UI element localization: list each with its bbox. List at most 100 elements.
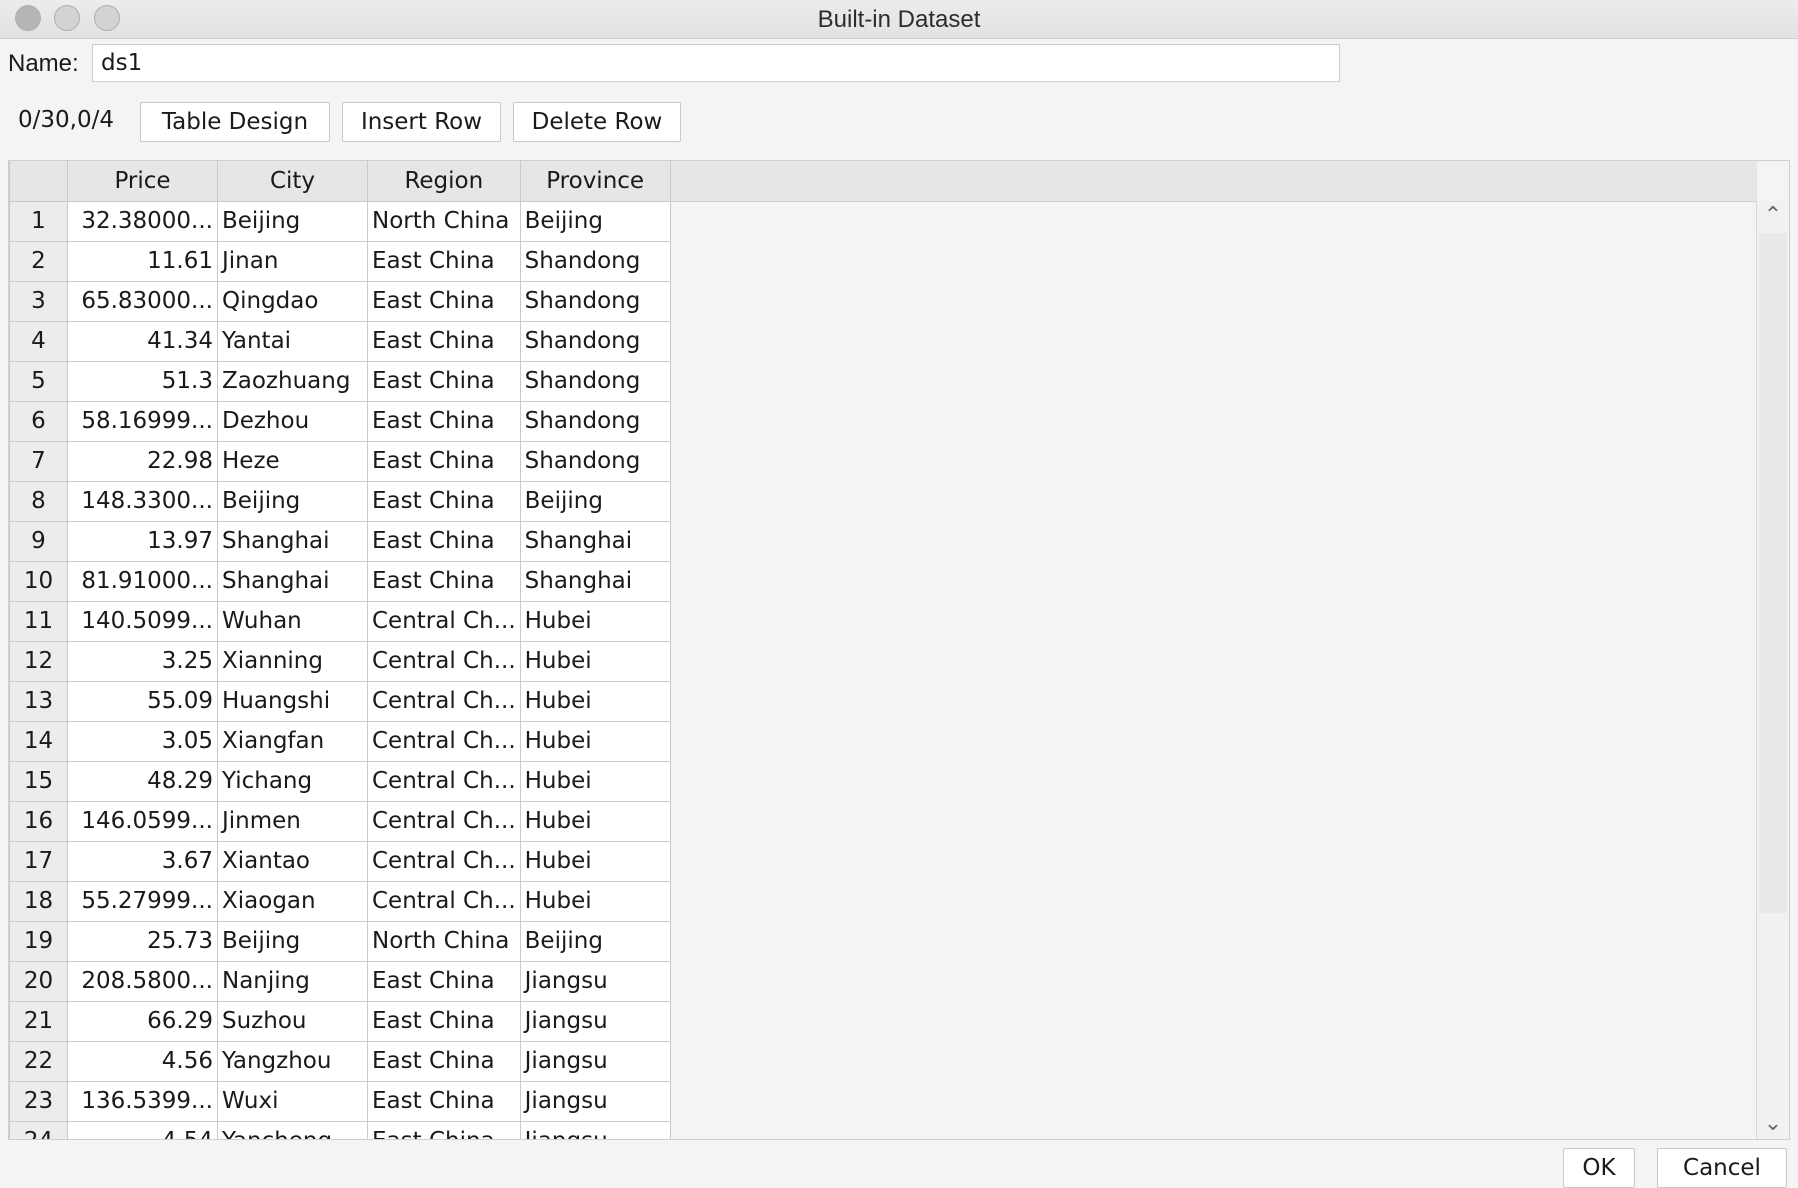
- city-cell[interactable]: Heze: [217, 440, 368, 482]
- province-cell[interactable]: Beijing: [519, 480, 671, 522]
- province-cell[interactable]: Shanghai: [519, 520, 671, 562]
- table-row[interactable]: 12 3.25 Xianning Central Ch... Hubei: [9, 640, 671, 682]
- price-cell[interactable]: 3.25: [67, 640, 218, 682]
- table-row[interactable]: 13 55.09 Huangshi Central Ch... Hubei: [9, 680, 671, 722]
- table-row[interactable]: 2 11.61 Jinan East China Shandong: [9, 240, 671, 282]
- city-cell[interactable]: Jinmen: [217, 800, 368, 842]
- price-cell[interactable]: 66.29: [67, 1000, 218, 1042]
- delete-row-button[interactable]: Delete Row: [513, 102, 681, 142]
- corner-cell[interactable]: [9, 161, 68, 202]
- province-cell[interactable]: Hubei: [519, 600, 671, 642]
- table-row[interactable]: 3 65.83000... Qingdao East China Shandong: [9, 280, 671, 322]
- city-cell[interactable]: Huangshi: [217, 680, 368, 722]
- province-cell[interactable]: Hubei: [519, 840, 671, 882]
- vertical-scrollbar[interactable]: ⌃ ⌄: [1756, 201, 1789, 1139]
- region-cell[interactable]: East China: [367, 960, 521, 1002]
- price-cell[interactable]: 81.91000...: [67, 560, 218, 602]
- price-cell[interactable]: 41.34: [67, 320, 218, 362]
- city-cell[interactable]: Beijing: [217, 200, 368, 242]
- price-cell[interactable]: 13.97: [67, 520, 218, 562]
- province-cell[interactable]: Hubei: [519, 800, 671, 842]
- price-cell[interactable]: 55.09: [67, 680, 218, 722]
- city-cell[interactable]: Yangzhou: [217, 1040, 368, 1082]
- city-cell[interactable]: Xiaogan: [217, 880, 368, 922]
- province-cell[interactable]: Shandong: [519, 440, 671, 482]
- province-cell[interactable]: Beijing: [519, 920, 671, 962]
- name-input[interactable]: ds1: [92, 44, 1340, 82]
- province-cell[interactable]: Jiangsu: [519, 1080, 671, 1122]
- price-cell[interactable]: 22.98: [67, 440, 218, 482]
- region-cell[interactable]: East China: [367, 440, 521, 482]
- table-row[interactable]: 10 81.91000... Shanghai East China Shanghai: [9, 560, 671, 602]
- province-cell[interactable]: Jiangsu: [519, 960, 671, 1002]
- province-cell[interactable]: Shandong: [519, 360, 671, 402]
- region-cell[interactable]: Central Ch...: [367, 800, 521, 842]
- price-cell[interactable]: 146.0599...: [67, 800, 218, 842]
- price-cell[interactable]: 32.38000...: [67, 200, 218, 242]
- table-row[interactable]: 6 58.16999... Dezhou East China Shandong: [9, 400, 671, 442]
- province-cell[interactable]: Jiangsu: [519, 1040, 671, 1082]
- region-cell[interactable]: East China: [367, 1000, 521, 1042]
- region-cell[interactable]: Central Ch...: [367, 600, 521, 642]
- city-cell[interactable]: Beijing: [217, 920, 368, 962]
- province-cell[interactable]: Hubei: [519, 880, 671, 922]
- column-header-city[interactable]: City: [217, 161, 368, 202]
- table-row[interactable]: 244.54YanchengEast ChinaJiangsu: [9, 1120, 671, 1139]
- region-cell[interactable]: East China: [367, 1080, 521, 1122]
- region-cell[interactable]: East China: [367, 360, 521, 402]
- city-cell[interactable]: Shanghai: [217, 520, 368, 562]
- city-cell[interactable]: Suzhou: [217, 1000, 368, 1042]
- price-cell[interactable]: 136.5399...: [67, 1080, 218, 1122]
- table-design-button[interactable]: Table Design: [140, 102, 330, 142]
- province-cell[interactable]: Shandong: [519, 240, 671, 282]
- province-cell[interactable]: Shanghai: [519, 560, 671, 602]
- price-cell[interactable]: 58.16999...: [67, 400, 218, 442]
- table-row[interactable]: 11 140.5099... Wuhan Central Ch... Hubei: [9, 600, 671, 642]
- table-row[interactable]: 16 146.0599... Jinmen Central Ch... Hubei: [9, 800, 671, 842]
- price-cell[interactable]: 3.05: [67, 720, 218, 762]
- table-row[interactable]: 14 3.05 Xiangfan Central Ch... Hubei: [9, 720, 671, 762]
- region-cell[interactable]: East China: [367, 320, 521, 362]
- city-cell[interactable]: Nanjing: [217, 960, 368, 1002]
- region-cell[interactable]: Central Ch...: [367, 760, 521, 802]
- region-cell[interactable]: Central Ch...: [367, 880, 521, 922]
- column-header-region[interactable]: Region: [367, 161, 521, 202]
- data-grid[interactable]: Price City Region Province 1 32.38000... B…: [8, 160, 1790, 1140]
- city-cell[interactable]: Beijing: [217, 480, 368, 522]
- region-cell[interactable]: East China: [367, 1040, 521, 1082]
- price-cell[interactable]: 55.27999...: [67, 880, 218, 922]
- region-cell[interactable]: North China: [367, 920, 521, 962]
- table-row[interactable]: 19 25.73 Beijing North China Beijing: [9, 920, 671, 962]
- table-row[interactable]: 22 4.56 Yangzhou East China Jiangsu: [9, 1040, 671, 1082]
- table-row[interactable]: 4 41.34 Yantai East China Shandong: [9, 320, 671, 362]
- price-cell[interactable]: 3.67: [67, 840, 218, 882]
- city-cell[interactable]: Yancheng: [217, 1120, 368, 1139]
- table-row[interactable]: 17 3.67 Xiantao Central Ch... Hubei: [9, 840, 671, 882]
- price-cell[interactable]: 65.83000...: [67, 280, 218, 322]
- region-cell[interactable]: East China: [367, 1120, 521, 1139]
- price-cell[interactable]: 48.29: [67, 760, 218, 802]
- cancel-button[interactable]: Cancel: [1657, 1148, 1787, 1188]
- city-cell[interactable]: Shanghai: [217, 560, 368, 602]
- province-cell[interactable]: Hubei: [519, 720, 671, 762]
- region-cell[interactable]: North China: [367, 200, 521, 242]
- city-cell[interactable]: Yantai: [217, 320, 368, 362]
- table-row[interactable]: 23 136.5399... Wuxi East China Jiangsu: [9, 1080, 671, 1122]
- price-cell[interactable]: 25.73: [67, 920, 218, 962]
- city-cell[interactable]: Zaozhuang: [217, 360, 368, 402]
- region-cell[interactable]: East China: [367, 480, 521, 522]
- region-cell[interactable]: Central Ch...: [367, 840, 521, 882]
- city-cell[interactable]: Xianning: [217, 640, 368, 682]
- region-cell[interactable]: Central Ch...: [367, 720, 521, 762]
- region-cell[interactable]: East China: [367, 400, 521, 442]
- price-cell[interactable]: 208.5800...: [67, 960, 218, 1002]
- table-row[interactable]: 15 48.29 Yichang Central Ch... Hubei: [9, 760, 671, 802]
- city-cell[interactable]: Wuxi: [217, 1080, 368, 1122]
- city-cell[interactable]: Dezhou: [217, 400, 368, 442]
- table-row[interactable]: 1 32.38000... Beijing North China Beijing: [9, 200, 671, 242]
- table-row[interactable]: 20 208.5800... Nanjing East China Jiangsu: [9, 960, 671, 1002]
- city-cell[interactable]: Qingdao: [217, 280, 368, 322]
- ok-button[interactable]: OK: [1563, 1148, 1635, 1188]
- province-cell[interactable]: Beijing: [519, 200, 671, 242]
- price-cell[interactable]: 4.56: [67, 1040, 218, 1082]
